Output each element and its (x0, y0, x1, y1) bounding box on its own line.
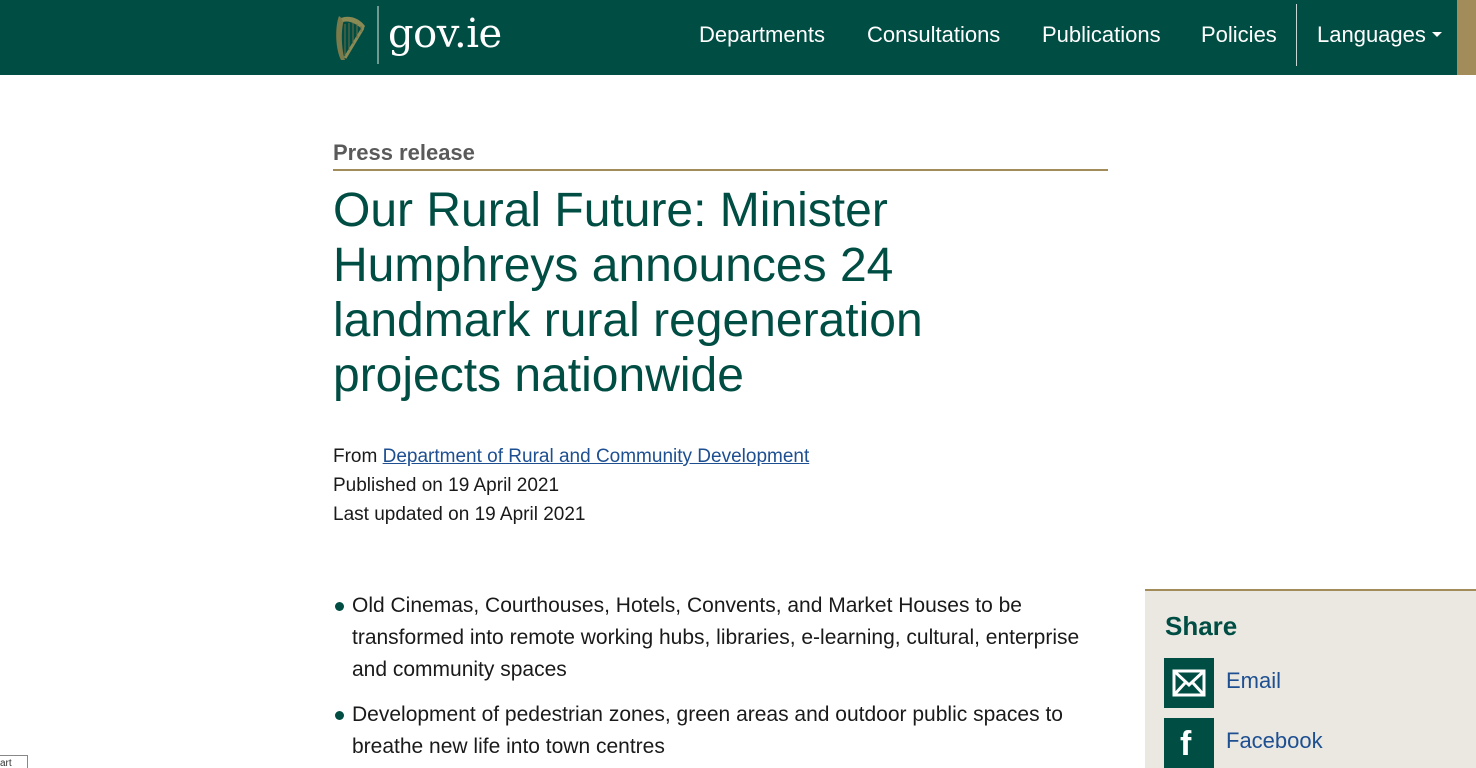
corner-widget-fragment[interactable]: art (0, 755, 28, 768)
logo-divider (377, 6, 379, 64)
list-item-text: Old Cinemas, Courthouses, Hotels, Conven… (352, 594, 1080, 681)
share-email-label: Email (1226, 668, 1282, 693)
site-header: gov.ie Departments Consultations Publica… (0, 0, 1476, 75)
content-type-rule (333, 169, 1108, 171)
bullet-icon (335, 602, 344, 611)
page: gov.ie Departments Consultations Publica… (0, 0, 1476, 768)
article-meta: From Department of Rural and Community D… (333, 442, 809, 529)
harp-icon[interactable] (333, 12, 369, 64)
share-panel: Share Email f Facebook (1145, 589, 1476, 768)
summary-list: Old Cinemas, Courthouses, Hotels, Conven… (333, 590, 1103, 768)
from-prefix: From (333, 446, 383, 467)
envelope-icon (1164, 658, 1214, 708)
nav-departments[interactable]: Departments (699, 22, 825, 48)
updated-date: Last updated on 19 April 2021 (333, 504, 586, 525)
nav-policies[interactable]: Policies (1201, 22, 1277, 48)
content-type-label: Press release (333, 140, 475, 165)
list-item: Old Cinemas, Courthouses, Hotels, Conven… (333, 590, 1103, 686)
nav-consultations[interactable]: Consultations (867, 22, 1000, 48)
nav-divider (1296, 4, 1297, 66)
list-item: Development of pedestrian zones, green a… (333, 699, 1103, 763)
page-title: Our Rural Future: Minister Humphreys ann… (333, 184, 923, 402)
facebook-icon: f (1164, 718, 1214, 768)
bullet-icon (335, 711, 344, 720)
header-accent-edge (1457, 0, 1476, 75)
share-title: Share (1165, 611, 1238, 641)
nav-publications[interactable]: Publications (1042, 22, 1161, 48)
languages-label: Languages (1317, 22, 1426, 47)
from-line: From Department of Rural and Community D… (333, 442, 809, 471)
published-date: Published on 19 April 2021 (333, 475, 560, 496)
site-logo-text[interactable]: gov.ie (388, 8, 502, 60)
languages-dropdown[interactable]: Languages (1317, 22, 1442, 48)
list-item-text: Development of pedestrian zones, green a… (352, 703, 1063, 758)
share-facebook-label: Facebook (1226, 728, 1323, 753)
department-link[interactable]: Department of Rural and Community Develo… (383, 446, 810, 467)
caret-down-icon (1431, 32, 1442, 38)
